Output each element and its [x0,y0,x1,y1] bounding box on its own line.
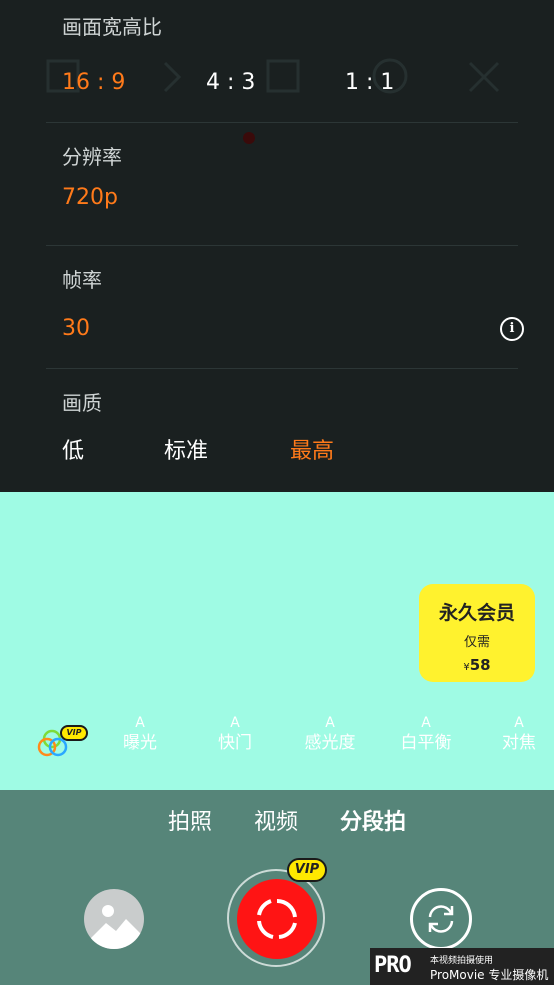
tool-white-balance[interactable]: A 白平衡 [391,714,461,754]
promo-subtitle: 仅需 [463,635,490,650]
aspect-ratio-label: 画面宽高比 [62,15,162,39]
mode-photo[interactable]: 拍照 [168,804,212,836]
lifetime-membership-promo[interactable]: 永久会员 仅需 ¥58 [419,584,535,682]
divider [46,368,518,369]
switch-camera-icon [428,905,454,933]
promo-price: ¥58 [419,656,535,674]
filter-vip-badge: VIP [60,725,88,741]
record-button[interactable] [237,879,317,959]
quality-option-low[interactable]: 低 [62,433,84,465]
shutter-vip-badge: VIP [287,858,327,882]
framerate-value[interactable]: 30 [62,316,90,341]
gallery-image-icon [90,905,142,949]
tool-exposure[interactable]: A 曝光 [105,714,175,754]
mode-segment[interactable]: 分段拍 [340,804,406,836]
aspect-option-1-1[interactable]: 1 : 1 [345,70,394,95]
tool-label: 快门 [218,733,252,753]
promo-price-value: 58 [469,656,491,674]
tool-auto-indicator: A [514,715,524,731]
quality-label: 画质 [62,391,102,415]
divider [46,122,518,123]
watermark-line2: ProMovie 专业摄像机 [430,968,549,982]
quality-option-standard[interactable]: 标准 [164,433,208,465]
gallery-button[interactable] [84,889,144,949]
aspect-option-4-3[interactable]: 4 : 3 [206,70,255,95]
promo-title: 永久会员 [438,602,515,624]
camera-settings-panel: 画面宽高比 16 : 9 4 : 3 1 : 1 分辨率 720p 帧率 30 … [0,0,554,492]
tool-label: 对焦 [502,733,536,753]
quality-option-highest[interactable]: 最高 [290,433,334,465]
promovie-watermark: PRO 本视频拍摄使用 ProMovie 专业摄像机 [370,948,554,985]
tool-focus[interactable]: A 对焦 [484,714,554,754]
info-icon[interactable]: i [500,317,524,341]
tool-label: 白平衡 [400,733,452,753]
tool-label: 感光度 [304,733,356,753]
framerate-label: 帧率 [62,268,102,292]
tool-auto-indicator: A [325,715,335,731]
watermark-line1: 本视频拍摄使用 [430,956,494,966]
tool-auto-indicator: A [230,715,240,731]
resolution-value[interactable]: 720p [62,185,118,210]
aspect-option-16-9[interactable]: 16 : 9 [62,70,125,95]
segment-record-icon [257,898,297,939]
tool-iso[interactable]: A 感光度 [295,714,365,754]
tool-shutter-speed[interactable]: A 快门 [200,714,270,754]
record-dot-icon [243,132,255,144]
mode-video[interactable]: 视频 [254,804,298,836]
tool-auto-indicator: A [135,715,145,731]
tool-label: 曝光 [123,733,157,753]
resolution-label: 分辨率 [62,145,122,169]
watermark-logo: PRO [374,953,412,978]
switch-camera-button[interactable] [410,888,472,950]
tool-auto-indicator: A [421,715,431,731]
divider [46,245,518,246]
